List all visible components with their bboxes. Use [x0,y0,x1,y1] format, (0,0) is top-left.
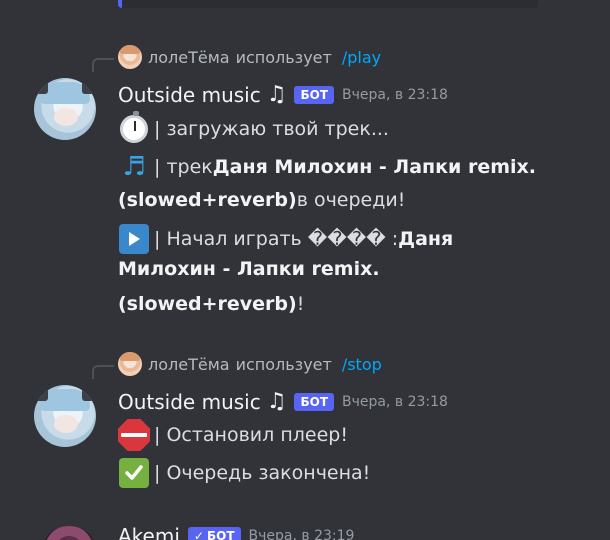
replied-username[interactable]: лолеТёма [148,48,230,67]
playing-track: Даня [398,228,454,250]
slash-command[interactable]: /play [342,48,381,67]
verified-check-icon: ✓ [193,529,204,540]
reply-reference[interactable]: лолеТёма использует /play [118,45,381,69]
bot-avatar[interactable] [34,78,96,140]
author-name[interactable]: Akemi [118,524,180,540]
queue-ended-text: | Очередь закончена! [154,462,371,484]
queued-suffix: в очереди! [296,189,406,211]
playing-track-suffix: (slowed+reverb) [118,293,297,315]
status-line-stopped: | Остановил плеер! [118,418,348,452]
loading-text: | загружаю твой трек... [154,118,389,140]
bot-badge: БОТ [294,393,335,411]
status-line-loading: | загружаю твой трек... [118,111,389,146]
previous-embed [118,0,538,8]
avatar-ear [36,387,48,401]
avatar-ear [36,80,48,94]
status-line-queued-cont: (slowed+reverb) в очереди! [118,185,405,215]
slash-command[interactable]: /stop [342,355,382,374]
reply-connector [92,58,114,72]
avatar-ear [82,387,94,401]
user-avatar[interactable] [44,526,94,540]
timestamp[interactable]: Вчера, в 23:19 [249,528,355,540]
bot-badge-label: БОТ [300,395,329,409]
bot-badge-label: БОТ [300,88,329,102]
message-header: Outside music ♫ БОТ Вчера, в 23:18 [118,388,448,416]
track-title-suffix: (slowed+reverb) [118,189,297,211]
author-name[interactable]: Outside music [118,83,261,107]
bot-badge-label: БОТ [206,529,235,540]
check-mark-icon [118,457,150,489]
music-note-icon: ♫ [266,82,287,107]
music-note-icon: ♫ [266,389,287,414]
queued-prefix: | трек [154,156,213,178]
status-line-playing-end: (slowed+reverb) ! [118,287,304,321]
playing-track-cont: Милохин - Лапки remix. [118,258,380,280]
replied-username[interactable]: лолеТёма [148,355,230,374]
playing-prefix: | Начал играть ���� : [154,228,399,250]
reply-action-text: использует [235,47,332,67]
reply-action-text: использует [235,354,332,374]
timestamp[interactable]: Вчера, в 23:18 [342,394,448,410]
stop-sign-icon [118,419,150,451]
avatar-ear [82,80,94,94]
stopped-text: | Остановил плеер! [154,424,348,446]
track-title: Даня Милохин - Лапки remix. [212,156,537,178]
author-name[interactable]: Outside music [118,390,261,414]
play-icon [118,223,150,255]
timestamp[interactable]: Вчера, в 23:18 [342,87,448,103]
verified-bot-badge: ✓ БОТ [187,527,241,540]
reply-reference[interactable]: лолеТёма использует /stop [118,352,382,376]
status-line-queued: ♬ | трек Даня Милохин - Лапки remix. [118,150,536,184]
bot-badge: БОТ [294,86,335,104]
status-line-playing: | Начал играть ���� : Даня [118,222,453,256]
status-line-queue-ended: | Очередь закончена! [118,456,370,490]
bot-avatar[interactable] [34,385,96,447]
replied-user-avatar[interactable] [118,352,142,376]
playing-suffix: ! [296,293,305,315]
message-header: Outside music ♫ БОТ Вчера, в 23:18 [118,81,448,109]
message-header: Akemi ✓ БОТ Вчера, в 23:19 [118,522,354,540]
replied-user-avatar[interactable] [118,45,142,69]
notes-icon: ♬ [122,152,146,182]
reply-connector [92,365,114,379]
timer-icon [118,111,150,145]
